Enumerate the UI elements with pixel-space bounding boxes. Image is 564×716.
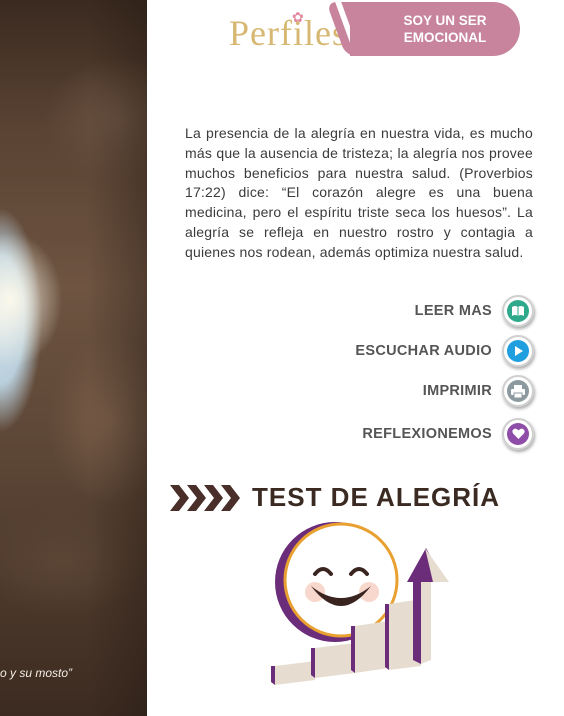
read-more-label: LEER MAS <box>414 303 492 319</box>
reflect-label: REFLEXIONEMOS <box>362 426 492 442</box>
read-more-button[interactable]: LEER MAS <box>415 295 534 327</box>
listen-audio-label: ESCUCHAR AUDIO <box>355 343 492 359</box>
print-button[interactable]: IMPRIMIR <box>423 375 534 407</box>
flower-icon: ✿ <box>292 11 305 26</box>
listen-audio-button[interactable]: ESCUCHAR AUDIO <box>355 335 534 367</box>
logo-text: Perfiles <box>229 13 347 53</box>
photo-caption: o y su mosto” <box>0 666 73 680</box>
badge-line-1: SOY UN SER <box>403 13 487 28</box>
play-icon[interactable] <box>502 335 534 367</box>
printer-icon[interactable] <box>502 375 534 407</box>
cave-photo: o y su mosto” <box>0 0 147 716</box>
article-text: La presencia de la alegría en nuestra vi… <box>185 125 533 260</box>
test-title: TEST DE ALEGRÍA <box>252 482 501 512</box>
chevrons-icon <box>170 484 240 511</box>
perfiles-logo[interactable]: Perfiles ✿ <box>229 11 347 54</box>
happiness-growth-illustration[interactable] <box>265 520 455 690</box>
badge-line-2: EMOCIONAL <box>403 30 487 45</box>
reflect-button[interactable]: REFLEXIONEMOS <box>362 418 534 450</box>
photo-shade <box>0 0 147 716</box>
print-label: IMPRIMIR <box>422 383 492 399</box>
section-badge: SOY UN SER EMOCIONAL <box>350 2 520 56</box>
heart-icon[interactable] <box>502 418 534 450</box>
test-heading[interactable]: TEST DE ALEGRÍA <box>170 482 500 513</box>
book-icon[interactable] <box>502 295 534 327</box>
